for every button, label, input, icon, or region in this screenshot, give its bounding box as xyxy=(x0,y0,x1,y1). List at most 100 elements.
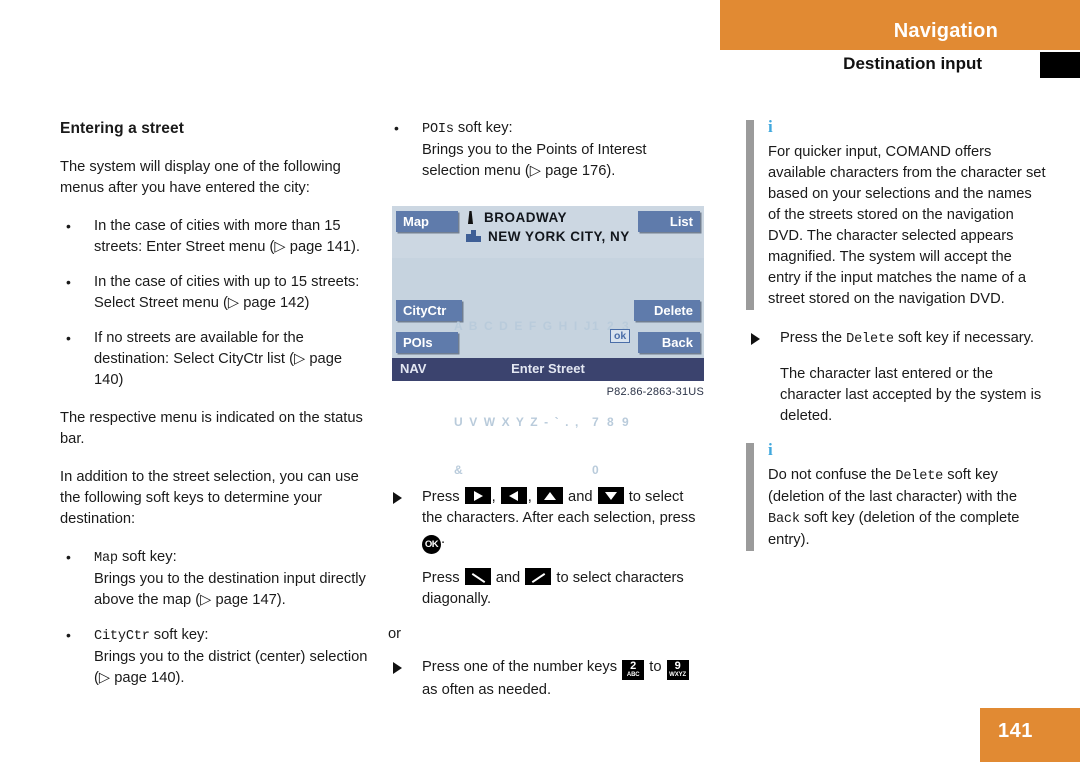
bullet-dot: • xyxy=(394,120,399,136)
arrow-diagonal-up-right-icon xyxy=(525,568,552,585)
softkeys-intro-paragraph: In addition to the street selection, you… xyxy=(60,469,359,527)
softkey-name-map: Map xyxy=(94,551,118,566)
column-one: Entering a street The system will displa… xyxy=(60,118,372,706)
figure-caption: P82.86-2863-31US xyxy=(606,386,704,398)
delete-result-paragraph: The character last entered or the charac… xyxy=(746,364,1046,427)
status-bar-paragraph: The respective menu is indicated on the … xyxy=(60,410,363,447)
paragraph-text: The character last entered or the charac… xyxy=(780,366,1042,424)
number-key-2-icon: 2 ABC xyxy=(622,660,645,680)
diagonal-text-pre: Press xyxy=(422,570,464,586)
screen-city-name: NEW YORK CITY, NY xyxy=(488,229,630,244)
info-note-1: i For quicker input, COMAND offers avail… xyxy=(746,118,1046,310)
step-text-pre: Press one of the number keys xyxy=(422,659,622,675)
info-icon: i xyxy=(768,117,773,136)
step-text-post: soft key if necessary. xyxy=(893,330,1035,346)
number-key-digit: 2 xyxy=(630,660,637,672)
softkey-description: Brings you to the destination input dire… xyxy=(94,571,366,608)
softkey-suffix: soft key: xyxy=(117,549,177,565)
intro-paragraph: The system will display one of the follo… xyxy=(60,159,341,196)
charset-letters[interactable]: U V W X Y Z - ` . , xyxy=(454,414,580,430)
list-item-text: In the case of cities with up to 15 stre… xyxy=(94,274,360,311)
softkey-name-pois: POIs xyxy=(422,122,454,137)
note-side-bar xyxy=(746,120,754,310)
number-key-9-icon: 9 WXYZ xyxy=(666,660,689,680)
note-text-pre: Do not confuse the xyxy=(768,467,896,483)
list-item: • Map soft key: Brings you to the destin… xyxy=(60,547,372,611)
road-icon xyxy=(467,211,474,224)
screen-character-grid: A B C D E F G H I J 1 2 3 K L M N O P Q … xyxy=(454,286,644,526)
softkey-description: Brings you to the district (center) sele… xyxy=(94,649,368,686)
header-thumb-marker xyxy=(1040,52,1080,78)
screen-softkey-pois[interactable]: POIs xyxy=(396,332,458,353)
bullet-dot: • xyxy=(66,274,71,290)
softkey-name-delete: Delete xyxy=(846,332,894,347)
screen-city-line: NEW YORK CITY, NY xyxy=(466,229,630,244)
list-item: • In the case of cities with up to 15 st… xyxy=(60,272,372,314)
screen-street-name: BROADWAY xyxy=(484,210,568,225)
screen-softkey-back[interactable]: Back xyxy=(638,332,700,353)
note-text-post: soft key (deletion of the complete entry… xyxy=(768,510,1020,548)
screen-softkey-cityctr[interactable]: CityCtr xyxy=(396,300,462,321)
softkey-name-back: Back xyxy=(768,512,800,527)
step-triangle-icon xyxy=(393,662,402,674)
bullet-dot: • xyxy=(66,549,71,565)
charset-digits[interactable]: 0 xyxy=(592,462,601,478)
note-text: For quicker input, COMAND offers availab… xyxy=(768,144,1046,307)
charset-digits[interactable]: 7 8 9 xyxy=(592,414,631,430)
note-text: Do not confuse the Delete soft key (dele… xyxy=(768,465,1046,551)
step-text-post: as often as needed. xyxy=(422,682,552,698)
comand-screen-figure: Map List CityCtr Delete POIs Back BROADW… xyxy=(392,206,704,477)
step-list-numberkeys: Press one of the number keys 2 ABC to 9 WX… xyxy=(388,657,700,701)
header-banner: Navigation xyxy=(720,0,1080,50)
screen-status-bar: NAV Enter Street xyxy=(392,358,704,381)
screen-softkey-list[interactable]: List xyxy=(638,211,700,232)
pois-bullet-list: • POIs soft key: Brings you to the Point… xyxy=(388,118,700,182)
screen-street-line: BROADWAY xyxy=(466,210,567,225)
softkey-description: Brings you to the Points of Interest sel… xyxy=(422,142,647,179)
step-text-end: . xyxy=(441,531,446,547)
list-item-text: In the case of cities with more than 15 … xyxy=(94,218,361,255)
ok-button-icon: OK xyxy=(422,535,441,554)
bullet-dot: • xyxy=(66,627,71,643)
list-item: Press the Delete soft key if necessary. xyxy=(746,328,1046,350)
header-section-title: Navigation xyxy=(893,20,998,42)
page-title: Entering a street xyxy=(60,120,185,137)
diagonal-text-and: and xyxy=(491,570,525,586)
manual-page: Navigation Destination input Entering a … xyxy=(0,0,1080,762)
step-list-delete: Press the Delete soft key if necessary. xyxy=(746,328,1046,350)
info-note-2: i Do not confuse the Delete soft key (de… xyxy=(746,441,1046,551)
screen-softkey-map[interactable]: Map xyxy=(396,211,458,232)
note-side-bar xyxy=(746,443,754,551)
column-three: i For quicker input, COMAND offers avail… xyxy=(746,118,1046,569)
list-item: Press one of the number keys 2 ABC to 9 WX… xyxy=(388,657,700,701)
or-separator: or xyxy=(388,626,402,642)
charset-row: U V W X Y Z - ` . , 7 8 9 xyxy=(454,414,644,430)
status-menu-title: Enter Street xyxy=(511,361,585,376)
softkey-suffix: soft key: xyxy=(453,120,513,136)
softkey-bullet-list: • Map soft key: Brings you to the destin… xyxy=(60,547,372,689)
softkey-name-delete: Delete xyxy=(895,469,944,484)
list-item: • In the case of cities with more than 1… xyxy=(60,216,372,258)
number-key-digit: 9 xyxy=(674,660,681,672)
screen-ok-key[interactable]: ok xyxy=(610,329,631,343)
diagonal-paragraph: Press and to select characters diagonall… xyxy=(388,568,700,610)
info-icon: i xyxy=(768,440,773,459)
page-number: 141 xyxy=(998,720,1033,742)
charset-letters[interactable]: & xyxy=(454,462,464,478)
page-number-box: 141 xyxy=(980,708,1080,762)
list-item-text: If no streets are available for the dest… xyxy=(94,330,343,388)
city-icon xyxy=(466,230,481,242)
list-item: • If no streets are available for the de… xyxy=(60,328,372,391)
bullet-dot: • xyxy=(66,218,71,234)
arrow-diagonal-down-right-icon xyxy=(464,568,491,585)
charset-row: & 0 xyxy=(454,462,644,478)
step-triangle-icon xyxy=(393,492,402,504)
softkey-name-cityctr: CityCtr xyxy=(94,629,150,644)
list-item: • POIs soft key: Brings you to the Point… xyxy=(388,118,700,182)
header-subsection-title: Destination input xyxy=(843,54,982,73)
charset-letters[interactable]: A B C D E F G H I J xyxy=(454,318,592,334)
softkey-suffix: soft key: xyxy=(149,627,209,643)
number-key-letters: WXYZ xyxy=(669,672,687,678)
step-text-pre: Press the xyxy=(780,330,847,346)
bullet-dot: • xyxy=(66,330,71,346)
